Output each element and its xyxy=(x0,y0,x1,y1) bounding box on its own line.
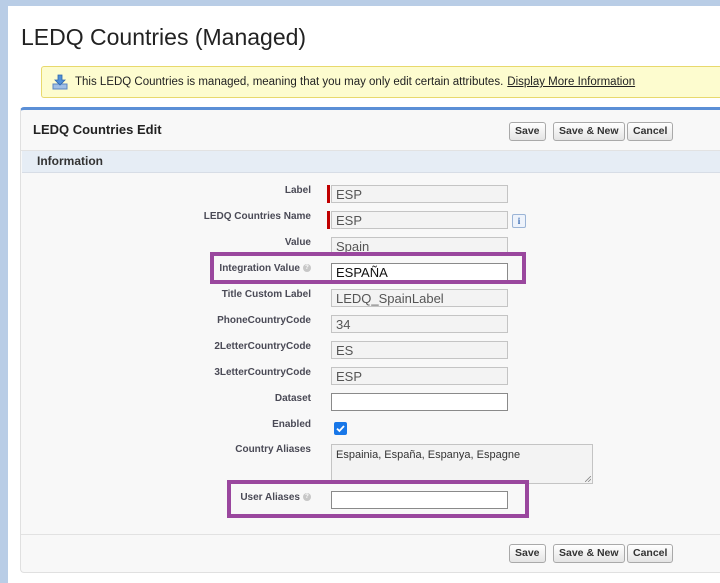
country-aliases-label: Country Aliases xyxy=(235,444,311,455)
save-new-button-bottom[interactable]: Save & New xyxy=(553,544,625,563)
two-letter-code-label: 2LetterCountryCode xyxy=(214,341,311,352)
panel-header: LEDQ Countries Edit Save Save & New Canc… xyxy=(21,110,720,151)
info-icon[interactable]: i xyxy=(512,214,526,228)
three-letter-code-field: ESP xyxy=(331,367,508,385)
divider xyxy=(21,534,720,535)
country-aliases-value: Espainia, España, Espanya, Espagne xyxy=(336,449,521,461)
resize-handle-icon[interactable] xyxy=(585,476,591,482)
section-title: Information xyxy=(37,154,103,168)
info-message: This LEDQ Countries is managed, meaning … xyxy=(75,76,504,88)
save-new-button-top[interactable]: Save & New xyxy=(553,122,625,141)
cancel-button-bottom[interactable]: Cancel xyxy=(627,544,674,563)
enabled-checkbox[interactable] xyxy=(334,422,347,435)
required-marker xyxy=(327,185,330,203)
user-aliases-highlight xyxy=(227,480,529,518)
dataset-label: Dataset xyxy=(274,393,311,404)
name-field: ESP xyxy=(331,211,508,229)
phone-country-code-field: 34 xyxy=(331,315,508,333)
save-button-top[interactable]: Save xyxy=(509,122,546,141)
title-custom-label-label: Title Custom Label xyxy=(221,289,311,300)
label-field-label: Label xyxy=(284,185,311,196)
three-letter-code-label: 3LetterCountryCode xyxy=(214,367,311,378)
cancel-button-top[interactable]: Cancel xyxy=(627,122,674,141)
checkmark-icon xyxy=(336,425,345,433)
title-custom-label-field: LEDQ_SpainLabel xyxy=(331,289,508,307)
two-letter-code-field: ES xyxy=(331,341,508,359)
display-more-info-link[interactable]: Display More Information xyxy=(507,76,635,88)
dataset-input[interactable] xyxy=(331,393,508,411)
section-header: Information xyxy=(22,151,720,173)
enabled-label: Enabled xyxy=(272,419,311,430)
save-button-bottom[interactable]: Save xyxy=(509,544,546,563)
integration-value-highlight xyxy=(210,252,526,284)
managed-info-bar: This LEDQ Countries is managed, meaning … xyxy=(41,66,720,98)
download-info-icon xyxy=(52,74,68,90)
phone-country-code-label: PhoneCountryCode xyxy=(217,315,311,326)
value-field-label: Value xyxy=(284,237,311,248)
required-marker xyxy=(327,211,330,229)
country-aliases-textarea: Espainia, España, Espanya, Espagne xyxy=(331,444,593,484)
page: LEDQ Countries (Managed) This LEDQ Count… xyxy=(8,6,720,583)
panel-title: LEDQ Countries Edit xyxy=(33,122,162,137)
name-field-label: LEDQ Countries Name xyxy=(203,211,311,222)
label-field: ESP xyxy=(331,185,508,203)
page-title: LEDQ Countries (Managed) xyxy=(21,24,307,50)
